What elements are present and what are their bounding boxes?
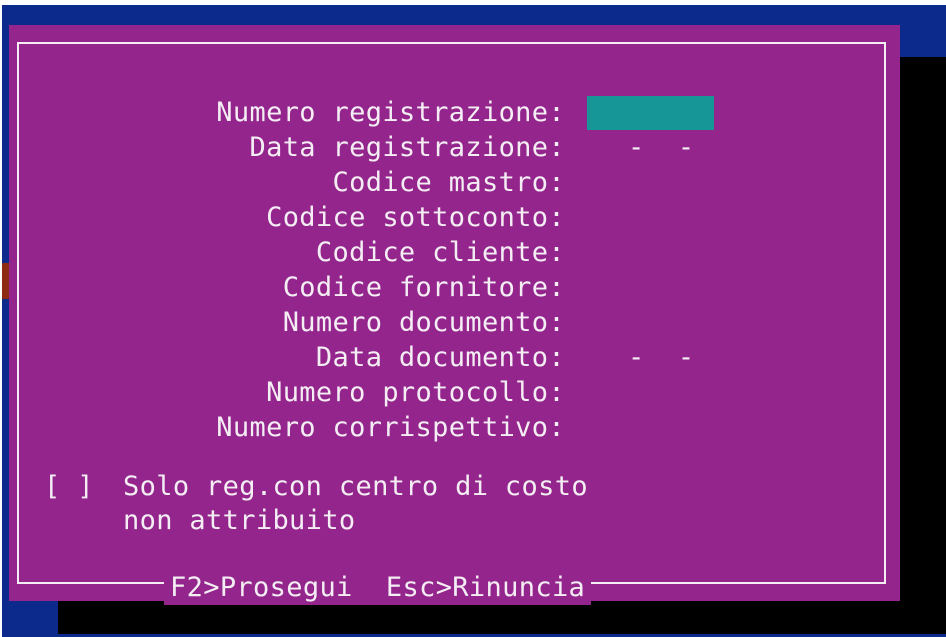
label-codice-cliente: Codice cliente: <box>315 237 565 268</box>
label-data-documento: Data documento: <box>315 342 565 373</box>
data-documento-input[interactable]: - - <box>628 341 694 375</box>
data-registrazione-input[interactable]: - - <box>628 131 694 165</box>
search-dialog: Numero registrazione: Data registrazione… <box>9 25 900 605</box>
label-data-registrazione: Data registrazione: <box>249 132 565 163</box>
checkbox-label-line1: Solo reg.con centro di costo <box>123 471 588 502</box>
checkbox-label-line2: non attribuito <box>123 505 356 536</box>
label-numero-corrispettivo: Numero corrispettivo: <box>216 412 565 443</box>
dialog-shadow-bottom <box>58 601 946 634</box>
footer-key-hints: F2>Prosegui Esc>Rinuncia <box>164 571 592 605</box>
rinuncia-button[interactable]: Esc>Rinuncia <box>386 571 585 605</box>
label-numero-protocollo: Numero protocollo: <box>266 377 565 408</box>
label-codice-sottoconto: Codice sottoconto: <box>266 202 565 233</box>
terminal-screen: Numero registrazione: Data registrazione… <box>2 5 946 637</box>
centro-di-costo-checkbox[interactable]: [ ] <box>44 470 94 504</box>
label-numero-documento: Numero documento: <box>282 307 565 338</box>
label-codice-mastro: Codice mastro: <box>332 167 565 198</box>
label-codice-fornitore: Codice fornitore: <box>282 272 565 303</box>
prosegui-button[interactable]: F2>Prosegui <box>170 571 353 605</box>
dialog-shadow-right <box>900 57 946 634</box>
label-numero-registrazione: Numero registrazione: <box>216 97 565 128</box>
footer-spacer <box>353 572 386 603</box>
numero-registrazione-input[interactable] <box>587 96 714 130</box>
